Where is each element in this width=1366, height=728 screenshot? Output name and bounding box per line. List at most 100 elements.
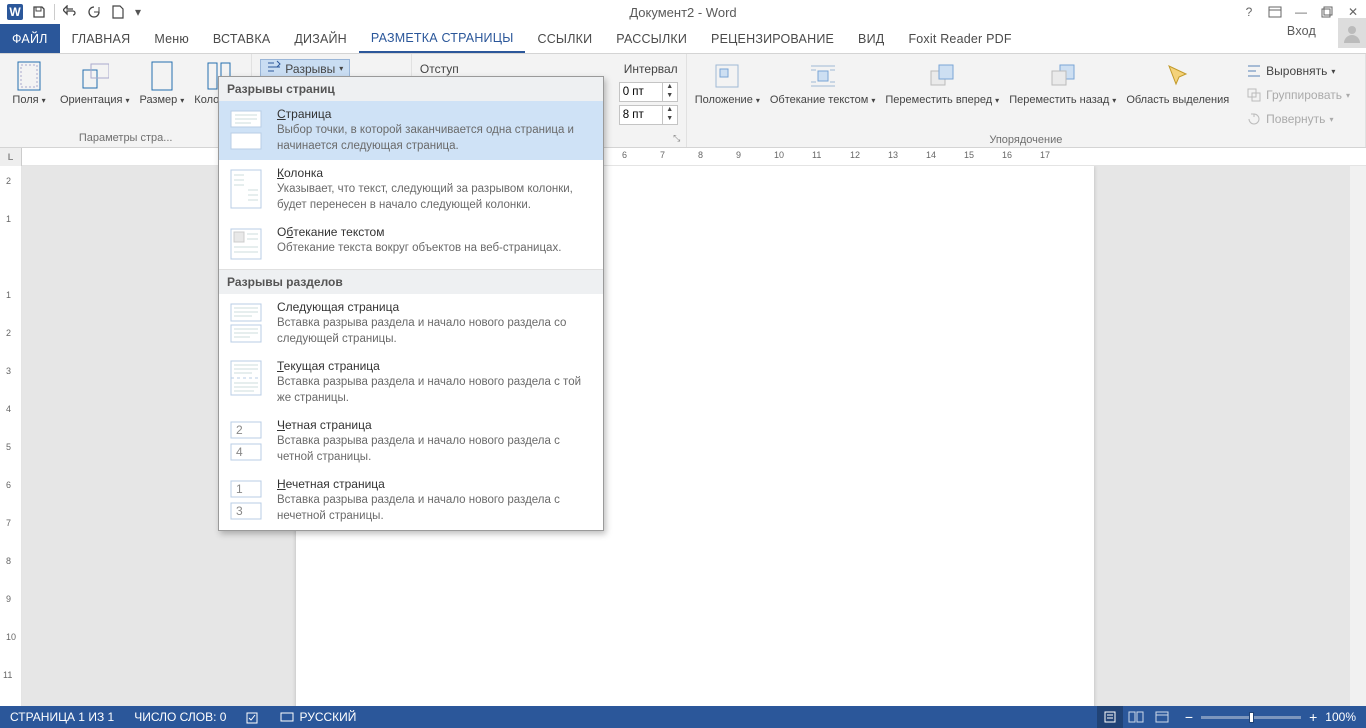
tab-page-layout[interactable]: РАЗМЕТКА СТРАНИЦЫ — [359, 24, 526, 53]
status-page[interactable]: СТРАНИЦА 1 ИЗ 1 — [0, 706, 124, 728]
spinner-down-icon[interactable]: ▼ — [663, 92, 677, 101]
section-continuous-item[interactable]: Текущая страницаВставка разрыва раздела … — [219, 353, 603, 412]
item-title: Четная страница — [277, 418, 595, 432]
vertical-scrollbar[interactable] — [1350, 166, 1366, 706]
spinner-up-icon[interactable]: ▲ — [663, 106, 677, 115]
item-desc: Вставка разрыва раздела и начало нового … — [277, 375, 595, 406]
status-proofing[interactable] — [236, 706, 270, 728]
ruler-corner: L — [0, 148, 22, 166]
view-web-layout-icon[interactable] — [1149, 706, 1175, 728]
group-page-setup: Поля Ориентация Размер Колонки Параметры… — [0, 54, 252, 147]
break-page-item[interactable]: ССтраницатраницаВыбор точки, в которой з… — [219, 101, 603, 160]
breaks-dropdown: Разрывы страниц ССтраницатраницаВыбор то… — [218, 76, 604, 531]
text-wrap-break-icon — [227, 225, 265, 263]
ribbon: Поля Ориентация Размер Колонки Параметры… — [0, 54, 1366, 148]
group-label-page-setup: Параметры стра... — [6, 130, 245, 145]
break-column-item[interactable]: КолонкаУказывает, что текст, следующий з… — [219, 160, 603, 219]
group-objects-button[interactable]: Группировать▾ — [1243, 84, 1353, 106]
zoom-in-button[interactable]: + — [1309, 709, 1317, 725]
tab-references[interactable]: ССЫЛКИ — [525, 24, 604, 53]
ribbon-tabs: ФАЙЛ ГЛАВНАЯ Меню ВСТАВКА ДИЗАЙН РАЗМЕТК… — [0, 24, 1366, 54]
rotate-icon — [1246, 111, 1262, 127]
spinner-up-icon[interactable]: ▲ — [663, 83, 677, 92]
view-read-mode-icon[interactable] — [1123, 706, 1149, 728]
wrap-text-button[interactable]: Обтекание текстом — [768, 58, 878, 108]
workspace: 2 1 1 2 3 4 5 6 7 8 9 10 11 — [0, 166, 1366, 706]
status-word-count[interactable]: ЧИСЛО СЛОВ: 0 — [124, 706, 236, 728]
section-next-page-icon — [227, 300, 265, 346]
size-button[interactable]: Размер — [137, 58, 186, 108]
tab-foxit[interactable]: Foxit Reader PDF — [896, 24, 1023, 53]
tab-design[interactable]: ДИЗАЙН — [282, 24, 359, 53]
tab-file[interactable]: ФАЙЛ — [0, 24, 60, 53]
zoom-thumb[interactable] — [1249, 712, 1254, 723]
maximize-icon[interactable] — [1314, 0, 1340, 24]
section-next-page-item[interactable]: Следующая страница Вставка разрыва раздел… — [219, 294, 603, 353]
section-odd-page-icon: 13 — [227, 477, 265, 523]
indent-label: Отступ — [420, 62, 459, 76]
tab-menu[interactable]: Меню — [142, 24, 201, 53]
login-button[interactable]: Вход — [1275, 24, 1328, 38]
bring-forward-button[interactable]: Переместить вперед — [883, 58, 1001, 108]
break-text-wrap-item[interactable]: Обтекание текстомОбтекание текста вокруг… — [219, 219, 603, 269]
ribbon-display-icon[interactable] — [1262, 0, 1288, 24]
repeat-icon[interactable] — [83, 1, 105, 23]
svg-text:2: 2 — [236, 423, 243, 437]
item-desc: Вставка разрыва раздела и начало нового … — [277, 434, 595, 465]
zoom-control: − + 100% — [1175, 709, 1366, 725]
dialog-launcher-icon[interactable]: ⤡ — [670, 131, 684, 145]
zoom-slider[interactable] — [1201, 716, 1301, 719]
item-title: Следующая страница — [277, 300, 595, 314]
item-title: Нечетная страница — [277, 477, 595, 491]
item-title: ССтраницатраница — [277, 107, 595, 121]
svg-text:3: 3 — [236, 504, 243, 518]
orientation-button[interactable]: Ориентация — [58, 58, 131, 108]
item-desc: Обтекание текста вокруг объектов на веб-… — [277, 241, 595, 257]
section-continuous-icon — [227, 359, 265, 397]
section-even-page-item[interactable]: 24 Четная страница Вставка разрыва раздел… — [219, 412, 603, 471]
spacing-before-input[interactable]: ▲▼ — [619, 82, 678, 102]
tab-insert[interactable]: ВСТАВКА — [201, 24, 282, 53]
language-icon — [280, 709, 294, 726]
send-backward-button[interactable]: Переместить назад — [1007, 58, 1118, 108]
tab-home[interactable]: ГЛАВНАЯ — [60, 24, 143, 53]
undo-icon[interactable] — [59, 1, 81, 23]
rotate-button[interactable]: Повернуть▾ — [1243, 108, 1353, 130]
tab-view[interactable]: ВИД — [846, 24, 896, 53]
status-language[interactable]: РУССКИЙ — [270, 706, 366, 728]
margins-button[interactable]: Поля — [6, 58, 52, 108]
breaks-icon — [267, 60, 281, 77]
group-label-arrange: Упорядочение — [693, 132, 1359, 147]
horizontal-ruler[interactable]: L 6 7 8 9 10 11 12 13 14 15 16 17 — [0, 148, 1366, 166]
document-title: Документ2 - Word — [629, 5, 736, 20]
spacing-label: Интервал — [624, 62, 678, 76]
spinner-down-icon[interactable]: ▼ — [663, 115, 677, 124]
new-icon[interactable] — [107, 1, 129, 23]
zoom-out-button[interactable]: − — [1185, 709, 1193, 725]
selection-pane-button[interactable]: Область выделения — [1124, 58, 1231, 108]
section-even-page-icon: 24 — [227, 418, 265, 464]
save-icon[interactable] — [28, 1, 50, 23]
align-button[interactable]: Выровнять▾ — [1243, 60, 1353, 82]
position-button[interactable]: Положение — [693, 58, 762, 108]
spacing-after-input[interactable]: ▲▼ — [619, 105, 678, 125]
item-desc: Вставка разрыва раздела и начало нового … — [277, 493, 595, 524]
dropdown-section-header: Разрывы разделов — [219, 269, 603, 294]
view-print-layout-icon[interactable] — [1097, 706, 1123, 728]
minimize-icon[interactable]: — — [1288, 0, 1314, 24]
account-avatar-icon[interactable] — [1338, 18, 1366, 48]
section-odd-page-item[interactable]: 13 Нечетная страница Вставка разрыва разд… — [219, 471, 603, 530]
qat-more-icon[interactable]: ▾ — [131, 1, 145, 23]
tab-mailings[interactable]: РАССЫЛКИ — [604, 24, 699, 53]
item-title: Колонка — [277, 166, 595, 180]
vertical-ruler[interactable]: 2 1 1 2 3 4 5 6 7 8 9 10 11 — [0, 166, 22, 706]
tab-review[interactable]: РЕЦЕНЗИРОВАНИЕ — [699, 24, 846, 53]
app-icon[interactable]: W — [4, 1, 26, 23]
zoom-level[interactable]: 100% — [1325, 710, 1356, 724]
dropdown-section-header: Разрывы страниц — [219, 77, 603, 101]
arrange-side: Выровнять▾ Группировать▾ Повернуть▾ — [1237, 58, 1359, 132]
quick-access-toolbar: W ▾ — [0, 1, 145, 23]
help-icon[interactable]: ? — [1236, 0, 1262, 24]
item-desc: Вставка разрыва раздела и начало нового … — [277, 316, 595, 347]
separator — [54, 4, 55, 20]
